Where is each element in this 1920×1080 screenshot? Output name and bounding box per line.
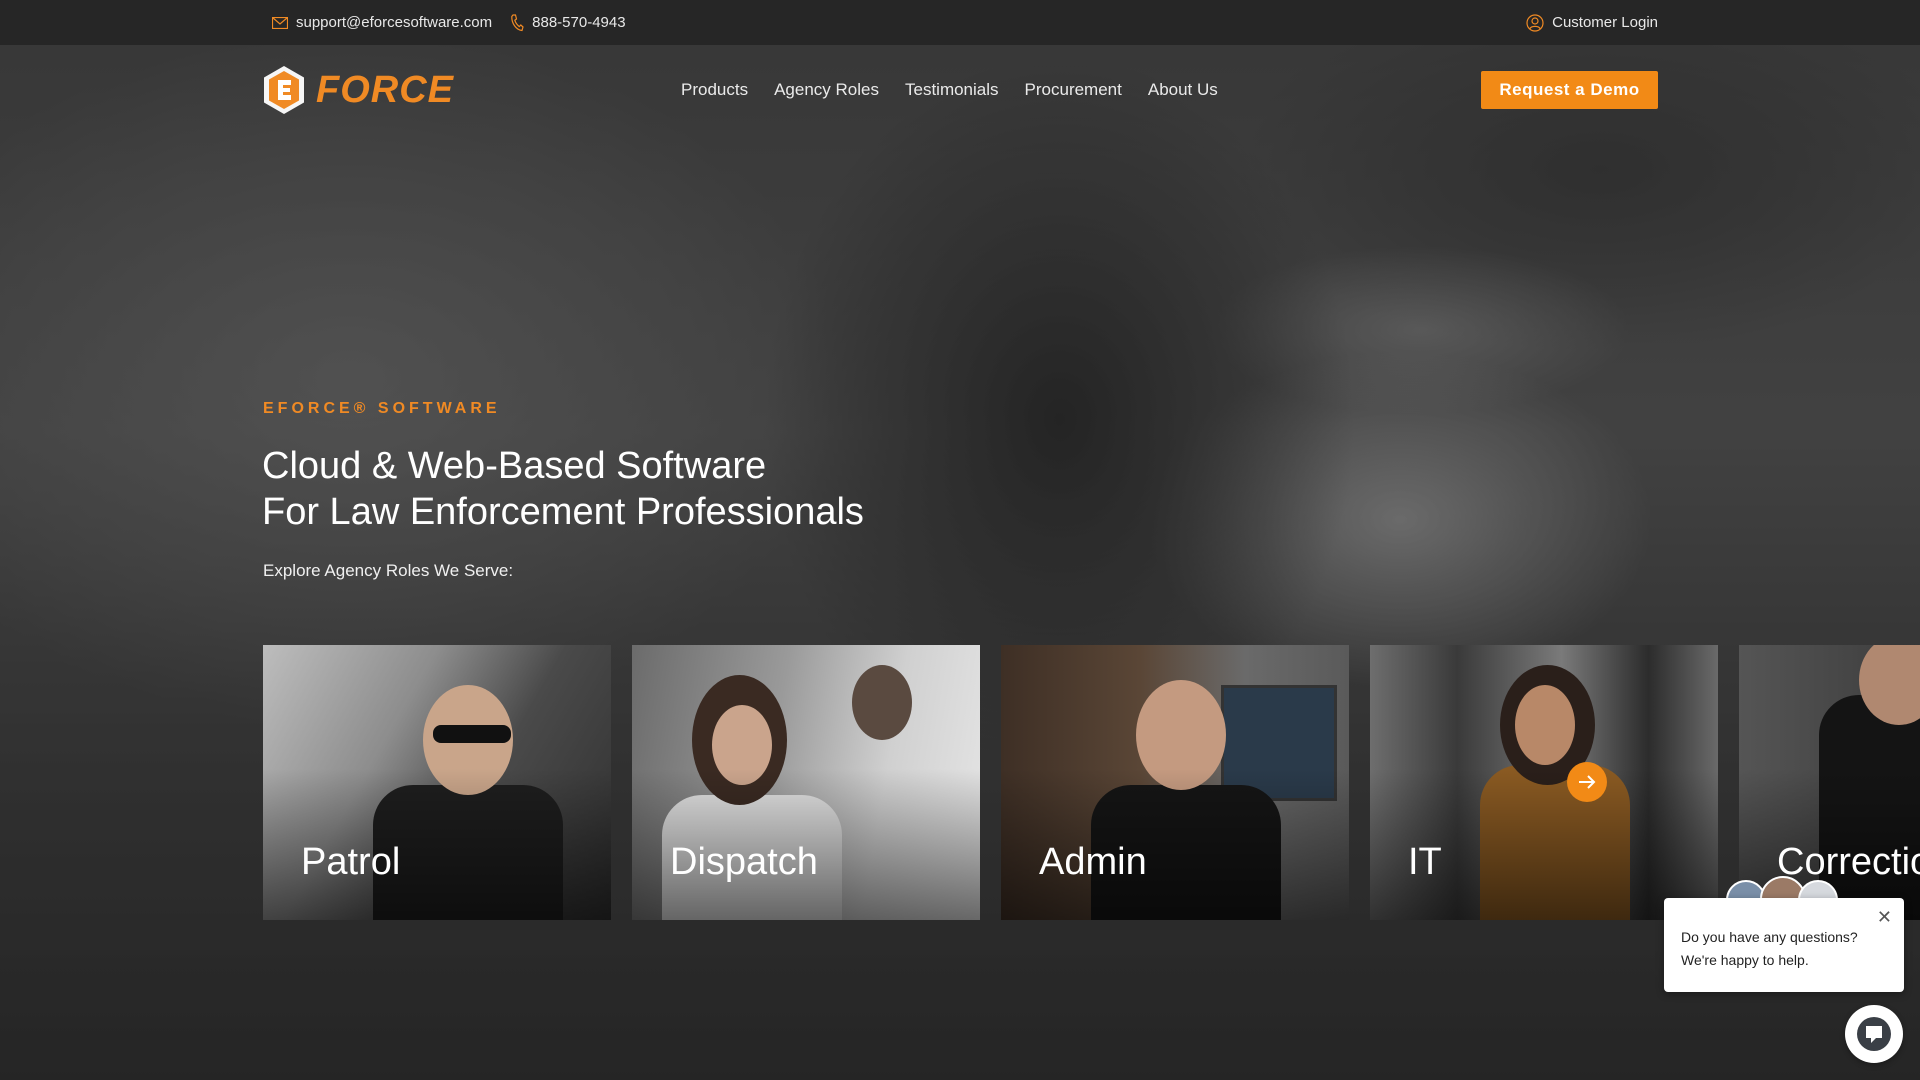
arrow-right-icon [1579,775,1596,789]
close-icon[interactable]: ✕ [1877,906,1892,929]
chat-line-1: Do you have any questions? [1681,929,1858,945]
site-header: FORCE Products Agency Roles Testimonials… [0,45,1920,135]
role-card-patrol[interactable]: Patrol [263,645,611,920]
nav-item-testimonials[interactable]: Testimonials [905,80,999,100]
role-card-label: Admin [1039,841,1147,883]
nav-item-about-us[interactable]: About Us [1148,80,1218,100]
user-icon [1526,13,1544,32]
top-contact-bar: support@eforcesoftware.com 888-570-4943 … [0,0,1920,45]
nav-item-agency-roles[interactable]: Agency Roles [774,80,879,100]
hero-headline-line-2: For Law Enforcement Professionals [262,491,864,533]
chat-line-2: We're happy to help. [1681,952,1809,968]
main-nav: Products Agency Roles Testimonials Procu… [681,80,1218,100]
customer-login-text[interactable]: Customer Login [1552,14,1658,31]
customer-login-link[interactable]: Customer Login [1526,0,1658,45]
phone-icon [511,13,524,31]
mail-icon [272,16,288,29]
contact-info: support@eforcesoftware.com 888-570-4943 [272,0,626,45]
role-card-admin[interactable]: Admin [1001,645,1349,920]
chat-bubble-icon [1857,1017,1891,1051]
request-demo-button[interactable]: Request a Demo [1481,71,1658,109]
hero-headline: Cloud & Web-Based Software For Law Enfor… [262,443,864,535]
chat-prompt[interactable]: ✕ Do you have any questions? We're happy… [1664,898,1904,992]
agency-roles-carousel: Patrol Dispatch Admin IT Correctio [263,645,1920,920]
role-card-label: Patrol [301,841,401,883]
role-card-label: IT [1408,841,1442,883]
role-card-label: Dispatch [670,841,818,883]
role-card-dispatch[interactable]: Dispatch [632,645,980,920]
email-text[interactable]: support@eforcesoftware.com [296,14,492,31]
hero-headline-line-1: Cloud & Web-Based Software [262,445,767,487]
nav-item-procurement[interactable]: Procurement [1025,80,1122,100]
logo-text: FORCE [316,68,454,111]
phone-text[interactable]: 888-570-4943 [532,14,625,31]
eforce-logo[interactable]: FORCE [262,65,454,115]
hero-eyebrow: EFORCE® SOFTWARE [263,400,501,417]
chat-prompt-text: Do you have any questions? We're happy t… [1681,926,1858,972]
carousel-next-button[interactable] [1567,762,1607,802]
role-card-it[interactable]: IT [1370,645,1718,920]
phone-link[interactable]: 888-570-4943 [510,13,626,32]
logo-hexagon-icon [264,66,304,114]
email-link[interactable]: support@eforcesoftware.com [272,14,492,31]
chat-launcher-button[interactable] [1845,1005,1903,1063]
hero-subline: Explore Agency Roles We Serve: [263,561,514,580]
nav-item-products[interactable]: Products [681,80,748,100]
